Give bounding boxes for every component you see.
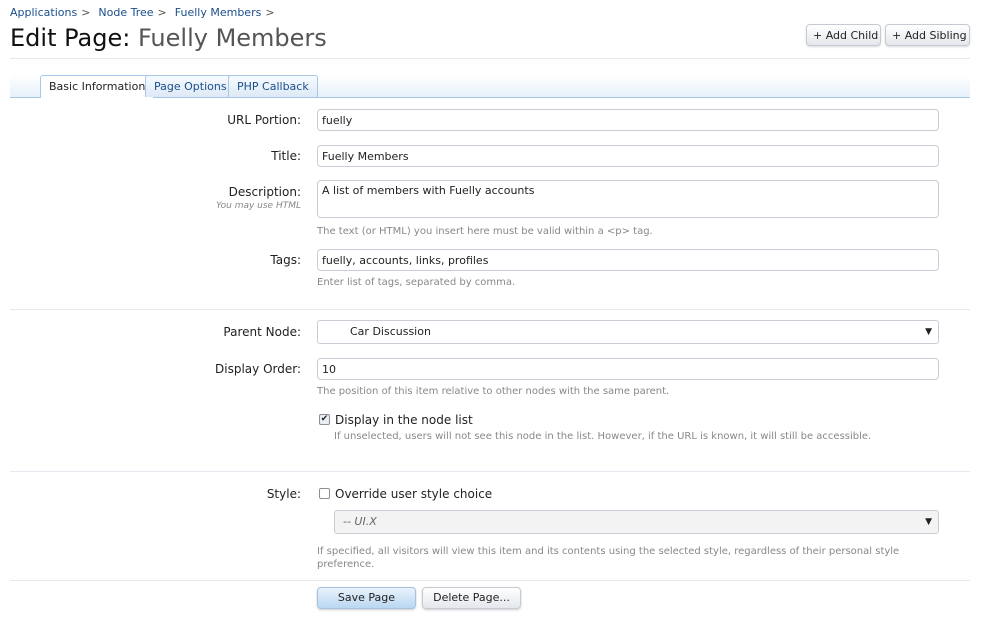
tab-bar: Basic Information Page Options PHP Callb… [10, 75, 970, 98]
add-child-button[interactable]: + Add Child [806, 24, 881, 46]
tags-input[interactable] [317, 249, 939, 271]
url-portion-label: URL Portion: [227, 113, 301, 127]
dropdown-arrow-icon: ▼ [925, 517, 932, 527]
parent-node-selected: Car Discussion [350, 325, 431, 338]
override-style-label[interactable]: Override user style choice [335, 487, 492, 501]
style-selected: -- UI.X [343, 515, 377, 528]
display-in-list-hint: If unselected, users will not see this n… [334, 431, 872, 442]
add-sibling-button[interactable]: + Add Sibling [885, 24, 970, 46]
checkmark-icon: ✔ [320, 414, 329, 424]
title-label: Title: [271, 149, 301, 163]
description-hint: The text (or HTML) you insert here must … [317, 226, 653, 237]
title-input[interactable] [317, 145, 939, 167]
parent-node-select[interactable]: Car Discussion ▼ [317, 320, 939, 344]
tab-page-options[interactable]: Page Options [145, 75, 236, 97]
section-divider [10, 471, 970, 472]
display-order-label: Display Order: [215, 362, 301, 376]
tab-php-callback[interactable]: PHP Callback [228, 75, 318, 97]
parent-node-label: Parent Node: [223, 325, 301, 339]
description-textarea[interactable]: A list of members with Fuelly accounts [317, 180, 939, 218]
dropdown-arrow-icon: ▼ [925, 327, 932, 337]
page-title-prefix: Edit Page: [10, 24, 131, 52]
tags-label: Tags: [270, 253, 301, 267]
page-title-name: Fuelly Members [137, 24, 327, 52]
description-sublabel: You may use HTML [216, 201, 301, 211]
save-page-button[interactable]: Save Page [317, 587, 416, 609]
display-order-hint: The position of this item relative to ot… [317, 386, 670, 397]
header-divider [10, 58, 970, 59]
style-select[interactable]: -- UI.X ▼ [334, 510, 939, 534]
page-title: Edit Page: Fuelly Members [10, 24, 327, 52]
style-label: Style: [266, 487, 301, 501]
override-style-checkbox[interactable] [319, 488, 330, 499]
style-hint: If specified, all visitors will view thi… [317, 546, 900, 570]
display-order-input[interactable] [317, 358, 939, 380]
display-in-list-label[interactable]: Display in the node list [335, 413, 473, 427]
tab-basic-information[interactable]: Basic Information [40, 75, 155, 98]
delete-page-button[interactable]: Delete Page... [422, 587, 521, 609]
url-portion-input[interactable] [317, 109, 939, 131]
breadcrumb-fuelly-members[interactable]: Fuelly Members > [175, 6, 275, 19]
breadcrumb-node-tree[interactable]: Node Tree > [98, 6, 166, 19]
section-divider [10, 309, 970, 310]
breadcrumb-applications[interactable]: Applications > [10, 6, 90, 19]
description-label: Description: [228, 185, 301, 199]
tags-hint: Enter list of tags, separated by comma. [317, 277, 516, 288]
display-in-list-checkbox[interactable]: ✔ [319, 414, 330, 425]
section-divider [10, 580, 970, 581]
breadcrumb: Applications > Node Tree > Fuelly Members > [10, 6, 283, 19]
